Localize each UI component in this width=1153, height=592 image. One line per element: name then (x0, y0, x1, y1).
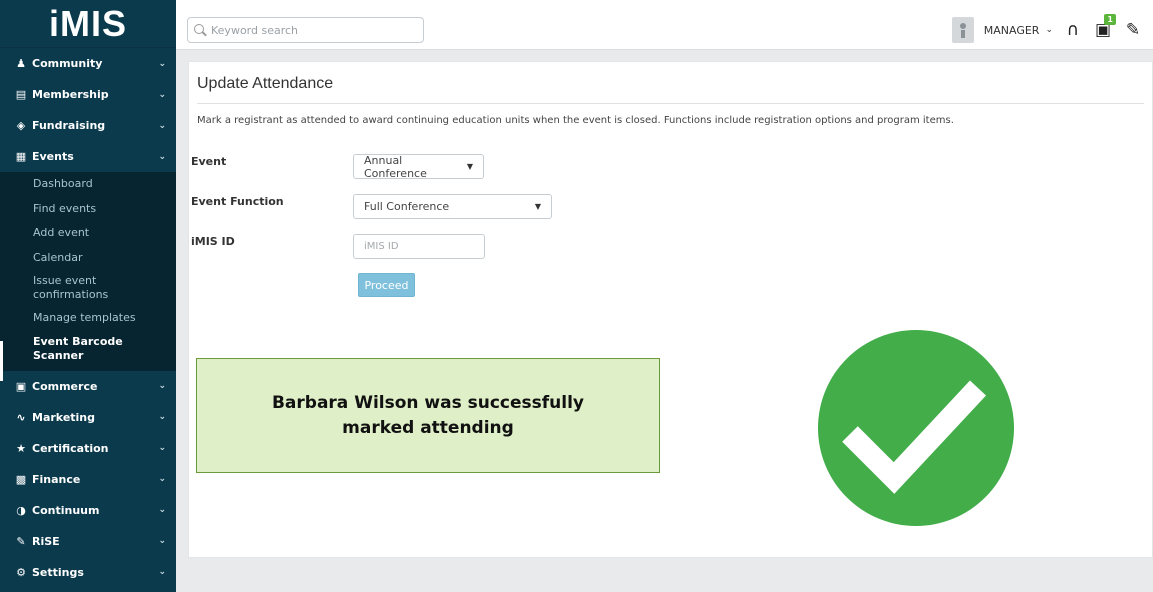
sidebar-item-certification[interactable]: ★ Certification ⌄ (0, 433, 176, 464)
main-panel: Update Attendance Mark a registrant as a… (188, 61, 1153, 558)
headset-icon[interactable]: ∩ (1063, 20, 1083, 40)
cart-icon[interactable]: ▣ 1 (1093, 14, 1116, 40)
chevron-down-icon: ⌄ (158, 89, 166, 100)
sidebar: iMIS ♟ Community ⌄ ▤ Membership ⌄ ◈ Fund… (0, 0, 176, 592)
fundraising-icon: ◈ (16, 119, 26, 132)
chevron-down-icon: ⌄ (158, 381, 166, 391)
cart-count-badge: 1 (1104, 14, 1116, 25)
event-select[interactable]: Annual Conference ▼ (353, 153, 484, 180)
chevron-down-icon: ⌄ (158, 505, 166, 515)
edit-icon: ✎ (16, 534, 26, 548)
chevron-down-icon: ⌄ (158, 120, 166, 131)
success-message: Barbara Wilson was successfully marked a… (271, 392, 585, 438)
chevron-down-icon: ⌄ (158, 412, 166, 422)
sidebar-item-membership[interactable]: ▤ Membership ⌄ (0, 79, 176, 110)
proceed-button[interactable]: Proceed (358, 273, 415, 297)
sidebar-subitem-issue-event-confirmations[interactable]: Issue event confirmations (0, 270, 176, 306)
cart-icon: ▣ (15, 379, 27, 393)
event-function-select[interactable]: Full Conference ▼ (353, 194, 552, 219)
chevron-down-icon: ⌄ (158, 443, 166, 453)
sidebar-item-community[interactable]: ♟ Community ⌄ (0, 48, 176, 79)
event-label: Event (191, 155, 227, 168)
success-message-box: Barbara Wilson was successfully marked a… (196, 358, 660, 473)
sidebar-subitem-event-barcode-scanner[interactable]: Event Barcode Scanner (0, 331, 176, 367)
sidebar-item-label: Continuum (32, 503, 100, 517)
sidebar-subitem-find-events[interactable]: Find events (0, 197, 176, 222)
imis-logo[interactable]: iMIS (0, 0, 176, 48)
gear-icon: ⚙ (16, 565, 26, 579)
avatar[interactable] (951, 17, 974, 43)
chevron-down-icon: ⌄ (158, 536, 166, 546)
imis-id-label: iMIS ID (191, 235, 235, 248)
chevron-down-icon: ⌄ (158, 58, 166, 69)
sidebar-subitem-manage-templates[interactable]: Manage templates (0, 306, 176, 331)
sidebar-item-commerce[interactable]: ▣ Commerce ⌄ (0, 371, 176, 402)
dropdown-arrow-icon: ▼ (534, 202, 541, 211)
sidebar-item-events[interactable]: ▦ Events ⌄ (0, 141, 176, 172)
sidebar-item-label: RiSE (32, 534, 60, 548)
money-icon: ▩ (15, 472, 27, 486)
success-check-icon (818, 330, 1014, 526)
page-title: Update Attendance (197, 75, 334, 92)
user-name: MANAGER (983, 23, 1040, 37)
sidebar-item-label: Community (32, 57, 103, 70)
chevron-down-icon: ⌄ (1045, 25, 1053, 35)
pie-icon: ◑ (16, 503, 26, 517)
sidebar-subitem-add-event[interactable]: Add event (0, 221, 176, 246)
sidebar-item-fundraising[interactable]: ◈ Fundraising ⌄ (0, 110, 176, 141)
sidebar-item-label: Certification (32, 441, 109, 455)
imis-id-input[interactable] (353, 234, 485, 259)
sidebar-item-finance[interactable]: ▩ Finance ⌄ (0, 464, 176, 495)
sidebar-item-label: Commerce (32, 379, 98, 393)
ribbon-icon: ★ (16, 441, 26, 455)
chevron-down-icon: ⌄ (158, 151, 166, 162)
sidebar-subitem-dashboard[interactable]: Dashboard (0, 172, 176, 197)
user-menu[interactable]: MANAGER ⌄ (984, 24, 1053, 37)
event-function-value: Full Conference (364, 200, 450, 213)
sidebar-item-label: Marketing (32, 410, 96, 424)
event-select-value: Annual Conference (364, 153, 427, 180)
search-input[interactable] (211, 23, 411, 37)
title-divider (197, 103, 1144, 104)
event-function-label: Event Function (191, 195, 284, 208)
top-bar: MANAGER ⌄ ∩ ▣1 ✎ (176, 0, 1153, 50)
community-icon: ♟ (16, 57, 26, 70)
sidebar-item-rise[interactable]: ✎ RiSE ⌄ (0, 526, 176, 557)
chevron-down-icon: ⌄ (158, 567, 166, 577)
sidebar-item-label: Membership (32, 88, 109, 101)
sidebar-item-label: Fundraising (32, 119, 106, 132)
sidebar-subitem-calendar[interactable]: Calendar (0, 246, 176, 271)
membership-icon: ▤ (15, 88, 27, 101)
chevron-down-icon: ⌄ (158, 474, 166, 484)
user-area: MANAGER ⌄ ∩ ▣ 1 ✎ (951, 14, 1143, 43)
sidebar-item-label: Finance (32, 472, 81, 486)
sidebar-item-label: Events (32, 150, 74, 163)
dropdown-arrow-icon: ▼ (466, 162, 473, 171)
keyword-search (187, 17, 424, 43)
active-indicator (0, 341, 3, 381)
calendar-icon: ▦ (15, 150, 27, 163)
page-description: Mark a registrant as attended to award c… (197, 115, 954, 126)
search-icon (194, 23, 207, 37)
events-submenu: Dashboard Find events Add event Calendar… (0, 172, 176, 371)
chart-line-icon: ∿ (16, 410, 26, 424)
sidebar-item-continuum[interactable]: ◑ Continuum ⌄ (0, 495, 176, 526)
sidebar-item-label: Settings (32, 565, 84, 579)
edit-icon[interactable]: ✎ (1123, 20, 1143, 40)
sidebar-item-settings[interactable]: ⚙ Settings ⌄ (0, 557, 176, 588)
sidebar-item-marketing[interactable]: ∿ Marketing ⌄ (0, 402, 176, 433)
